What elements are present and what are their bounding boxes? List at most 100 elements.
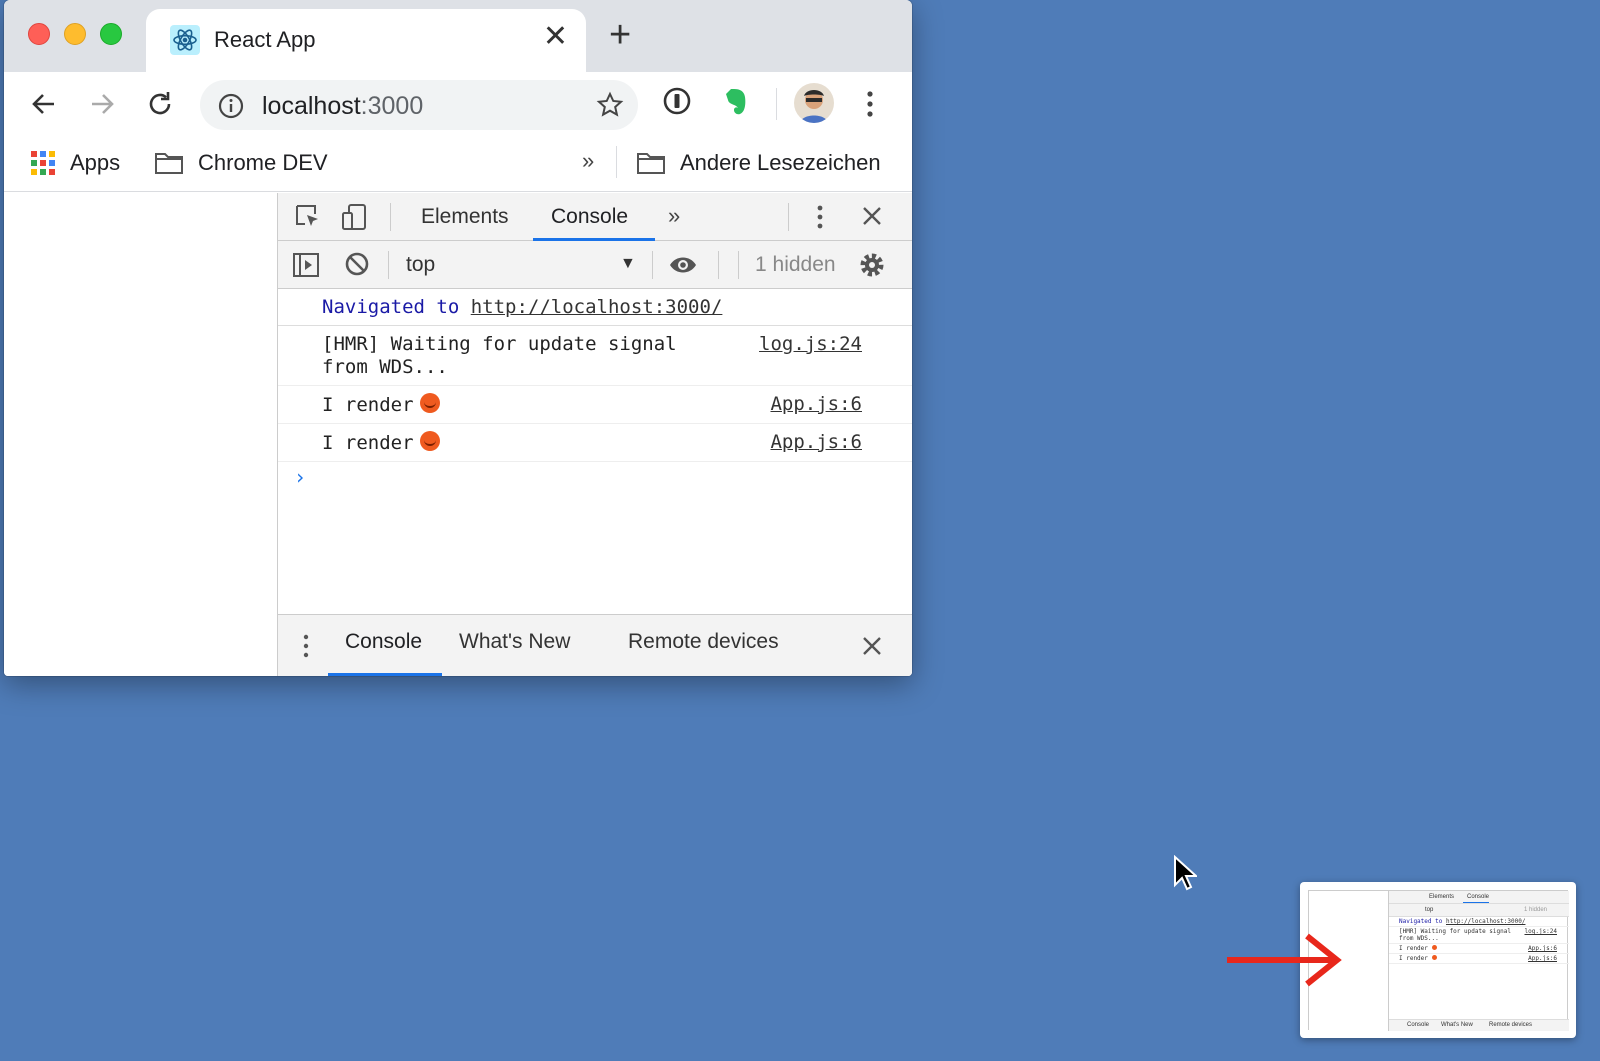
message-text: I render [322, 394, 414, 416]
url-port: :3000 [360, 92, 424, 120]
drawer-tab-remote-devices[interactable]: Remote devices [628, 630, 779, 654]
console-output[interactable]: Navigated to http://localhost:3000/ [HMR… [278, 289, 912, 614]
bookmarks-overflow-button[interactable]: » [582, 148, 594, 174]
thumbnail-render-source: App.js:6 [1528, 945, 1557, 952]
thumbnail-emoji-icon [1431, 955, 1437, 960]
device-toolbar-icon[interactable] [340, 203, 368, 231]
thumbnail-console-toolbar: top 1 hidden [1389, 904, 1569, 917]
sidebar-toggle-icon[interactable] [292, 251, 320, 279]
thumbnail-drawer-remote: Remote devices [1489, 1022, 1533, 1028]
browser-window: React App ✕ + localhost:3000 Apps Chrome… [4, 0, 912, 676]
tab-elements[interactable]: Elements [421, 205, 509, 229]
thumbnail-hmr-text2: from WDS... [1399, 935, 1439, 942]
thumbnail-drawer: Console What's New Remote devices [1389, 1019, 1569, 1031]
angry-face-emoji-icon [419, 431, 440, 451]
minimize-window-button[interactable] [64, 23, 86, 45]
bookmarks-divider [616, 146, 617, 178]
site-info-icon[interactable] [218, 93, 244, 119]
console-settings-gear-icon[interactable] [858, 251, 886, 279]
console-message: I render App.js:6 [278, 386, 912, 424]
back-arrow-icon[interactable] [26, 86, 62, 122]
more-tabs-button[interactable]: » [668, 203, 680, 229]
browser-content: Elements Console » top ▼ 1 hidden Naviga… [4, 193, 912, 676]
inspect-element-icon[interactable] [294, 203, 322, 231]
profile-avatar[interactable] [794, 83, 834, 123]
window-controls [28, 23, 122, 45]
apps-grid-icon [31, 151, 55, 175]
password-manager-icon[interactable] [662, 86, 692, 116]
bookmark-apps[interactable]: Apps [30, 150, 120, 176]
browser-tab-react-app[interactable]: React App ✕ [146, 9, 586, 72]
thumbnail-drawer-console: Console [1407, 1022, 1430, 1028]
devtools-divider [390, 203, 391, 231]
thumbnail-hmr-line: [HMR] Waiting for update signal from WDS… [1389, 927, 1569, 944]
devtools-divider [388, 251, 389, 279]
thumbnail-render-source: App.js:6 [1528, 955, 1557, 962]
devtools-divider [788, 203, 789, 231]
thumbnail-content: Elements Console top 1 hidden Navigated … [1308, 890, 1569, 1031]
thumbnail-nav-link: http://localhost:3000/ [1445, 918, 1526, 925]
evernote-icon[interactable] [720, 86, 750, 118]
devtools-menu-icon[interactable] [816, 203, 824, 231]
thumbnail-hmr-source: log.js:24 [1524, 928, 1557, 935]
message-source-link[interactable]: log.js:24 [759, 333, 862, 356]
bookmark-folder-other[interactable]: Andere Lesezeichen [636, 150, 881, 176]
devtools-divider [652, 251, 653, 279]
devtools-drawer: Console What's New Remote devices [278, 614, 912, 676]
thumbnail-context: top [1425, 907, 1434, 913]
thumbnail-render-text: I render [1399, 955, 1428, 962]
live-expression-eye-icon[interactable] [668, 253, 698, 277]
console-toolbar: top ▼ 1 hidden [278, 241, 912, 289]
bookmark-apps-label: Apps [70, 150, 121, 175]
console-message-navigation: Navigated to http://localhost:3000/ [278, 289, 912, 326]
url-text: localhost:3000 [262, 92, 423, 121]
forward-arrow-icon[interactable] [84, 86, 120, 122]
message-text: I render [322, 432, 414, 454]
thumbnail-render-text: I render [1399, 945, 1428, 952]
mouse-cursor-icon [1174, 855, 1197, 891]
reload-icon[interactable] [142, 86, 178, 122]
devtools-divider [738, 251, 739, 279]
close-devtools-icon[interactable] [861, 205, 883, 227]
thumbnail-nav-prefix: Navigated to [1399, 918, 1443, 925]
thumbnail-render-line: I render App.js:6 [1389, 944, 1569, 954]
toolbar-divider [776, 88, 777, 120]
address-bar[interactable]: localhost:3000 [200, 80, 638, 130]
console-message: I render App.js:6 [278, 424, 912, 462]
chrome-menu-icon[interactable] [866, 90, 874, 118]
thumbnail-tab-elements: Elements [1429, 894, 1455, 900]
message-source-link[interactable]: App.js:6 [770, 431, 862, 454]
web-page-viewport[interactable] [4, 193, 277, 676]
devtools-divider [718, 251, 719, 279]
close-window-button[interactable] [28, 23, 50, 45]
thumbnail-emoji-icon [1431, 945, 1437, 950]
hidden-messages-count[interactable]: 1 hidden [755, 253, 836, 277]
navigation-url-link[interactable]: http://localhost:3000/ [471, 296, 723, 318]
message-source-link[interactable]: App.js:6 [770, 393, 862, 416]
message-text-line2: from WDS... [322, 356, 448, 378]
browser-toolbar: localhost:3000 [4, 72, 912, 136]
devtools-tab-bar: Elements Console » [278, 193, 912, 241]
thumbnail-nav-line: Navigated to http://localhost:3000/ [1389, 917, 1569, 927]
new-tab-button[interactable]: + [609, 16, 631, 54]
console-prompt[interactable]: › [294, 465, 306, 489]
bookmark-folder-chrome-dev[interactable]: Chrome DEV [154, 150, 328, 176]
thumbnail-tab-console: Console [1467, 894, 1490, 900]
clear-console-icon[interactable] [344, 251, 370, 277]
tab-console[interactable]: Console [551, 205, 628, 229]
zoom-window-button[interactable] [100, 23, 122, 45]
tab-title: React App [214, 27, 316, 52]
drawer-tab-whats-new[interactable]: What's New [459, 630, 570, 654]
thumbnail-tab-bar: Elements Console [1389, 891, 1569, 904]
bookmark-star-icon[interactable] [596, 91, 624, 119]
red-arrow-icon [1227, 933, 1342, 987]
drawer-active-tab-indicator [328, 673, 442, 676]
console-message: [HMR] Waiting for update signal from WDS… [278, 326, 912, 386]
chevron-down-icon[interactable]: ▼ [620, 255, 636, 273]
close-tab-icon[interactable]: ✕ [543, 22, 568, 52]
execution-context-select[interactable]: top [406, 253, 435, 277]
close-drawer-icon[interactable] [861, 635, 883, 657]
devtools-panel: Elements Console » top ▼ 1 hidden Naviga… [277, 193, 912, 676]
drawer-menu-icon[interactable] [302, 633, 310, 659]
drawer-tab-console[interactable]: Console [345, 630, 422, 654]
